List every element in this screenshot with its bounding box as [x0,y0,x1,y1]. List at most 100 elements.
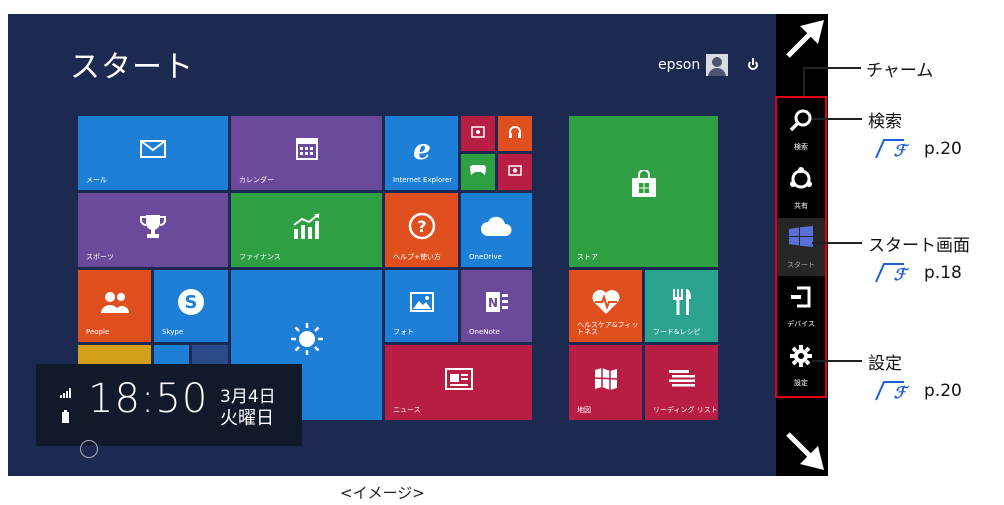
callout-start-screen: スタート画面 [868,236,970,256]
page-ref-search[interactable]: ℱ p.20 [874,138,962,160]
tile-reading-list[interactable]: リーディング リスト [645,345,718,420]
trophy-icon [140,215,166,239]
callout-line-charm-vertical [803,67,805,96]
tile-music[interactable] [498,116,532,151]
callout-line-start [812,242,862,244]
tile-photos[interactable]: フォト [385,270,458,342]
tile-onedrive-label: OneDrive [469,253,502,262]
lock-time: 18:50 [88,376,209,422]
image-caption: <イメージ> [340,484,425,502]
headphones-icon [509,125,521,138]
tile-skype-label: Skype [162,328,184,337]
lock-weekday: 火曜日 [220,408,274,429]
signal-icon [60,388,71,398]
tile-calendar-label: カレンダー [239,176,274,185]
callout-line-charm [803,67,861,69]
tile-ie-label: Internet Explorer [393,176,453,185]
all-apps-arrow-icon[interactable] [80,440,98,458]
svg-text:S: S [185,292,198,313]
callout-line-settings [812,360,862,362]
start-screen: スタート epson メール スポーツ People S Skype カレンダー… [8,14,776,476]
reading-list-icon [668,369,695,387]
callout-line-search [812,118,862,120]
tile-finance[interactable]: ファイナンス [231,193,382,267]
tile-video[interactable] [461,116,495,151]
tile-sports-label: スポーツ [86,253,114,262]
battery-icon [62,410,69,423]
tile-mail[interactable]: メール [78,116,228,190]
news-icon [444,367,473,390]
tile-games[interactable] [461,154,495,190]
tile-store[interactable]: ストア [569,116,718,267]
store-bag-icon [631,169,656,197]
svg-text:ℱ: ℱ [894,383,910,402]
people-icon [100,292,129,314]
callout-settings: 設定 [868,354,902,374]
page-ref-settings-text: p.20 [924,381,962,401]
tile-sports[interactable]: スポーツ [78,193,228,267]
camera-icon [508,165,522,176]
heart-pulse-icon [592,290,619,315]
page-ref-start-text: p.18 [924,263,962,283]
tile-internet-explorer[interactable]: e Internet Explorer [385,116,458,190]
page-ref-settings[interactable]: ℱ p.20 [874,380,962,402]
internet-explorer-icon: e [413,135,431,163]
tile-onedrive[interactable]: OneDrive [461,193,532,267]
power-icon[interactable] [746,58,760,72]
tile-finance-label: ファイナンス [239,253,281,262]
tile-calendar[interactable]: カレンダー [231,116,382,190]
finance-chart-icon [292,213,320,240]
charm-highlight-frame [775,96,827,398]
start-screen-title: スタート [70,50,194,85]
tile-camera[interactable] [498,154,532,190]
lock-screen-overlay: 18:50 3月4日 火曜日 [36,364,302,446]
callout-search: 検索 [868,112,902,132]
tile-reading-label: リーディング リスト [653,406,718,415]
tile-help-label: ヘルプ+使い方 [393,253,441,262]
svg-text:e: e [413,135,431,163]
tile-news-label: ニュース [393,406,421,415]
mail-icon [140,140,166,159]
map-icon [594,367,617,390]
tile-onenote[interactable]: N OneNote [461,270,532,342]
tile-maps-label: 地図 [577,406,591,415]
tile-health[interactable]: ヘルスケア&フィットネス [569,270,642,342]
sun-icon [290,323,323,355]
svg-text:ℱ: ℱ [894,141,910,160]
help-icon: ? [408,213,435,240]
game-controller-icon [470,165,486,176]
tile-skype[interactable]: S Skype [154,270,228,342]
tile-news[interactable]: ニュース [385,345,532,420]
photo-icon [409,292,434,313]
video-icon [471,126,485,138]
tile-photos-label: フォト [393,328,414,337]
arrow-up-right-icon [786,20,824,58]
tile-onenote-label: OneNote [469,328,500,337]
svg-text:?: ? [417,217,426,236]
tile-food[interactable]: フード&レシピ [645,270,718,342]
svg-text:N: N [487,296,497,310]
page-reference-icon: ℱ [875,381,910,402]
callout-charm: チャーム [866,61,934,81]
onenote-icon: N [485,292,508,313]
skype-icon: S [178,289,204,316]
avatar[interactable] [706,54,729,76]
user-account[interactable]: epson [658,54,760,76]
tile-health-label: ヘルスケア&フィットネス [577,320,639,337]
calendar-icon [295,138,318,161]
page-reference-icon: ℱ [875,139,910,160]
cloud-icon [480,217,512,237]
tile-help[interactable]: ? ヘルプ+使い方 [385,193,458,267]
user-name[interactable]: epson [658,57,700,73]
page-ref-start[interactable]: ℱ p.18 [874,262,962,284]
tile-food-label: フード&レシピ [653,328,701,337]
tile-people[interactable]: People [78,270,151,342]
page-ref-search-text: p.20 [924,139,962,159]
svg-text:ℱ: ℱ [894,265,910,284]
arrow-down-right-icon [786,432,824,470]
page-reference-icon: ℱ [875,263,910,284]
tile-store-label: ストア [577,253,598,262]
tile-maps[interactable]: 地図 [569,345,642,420]
fork-knife-icon [672,289,691,316]
tile-people-label: People [86,328,110,337]
